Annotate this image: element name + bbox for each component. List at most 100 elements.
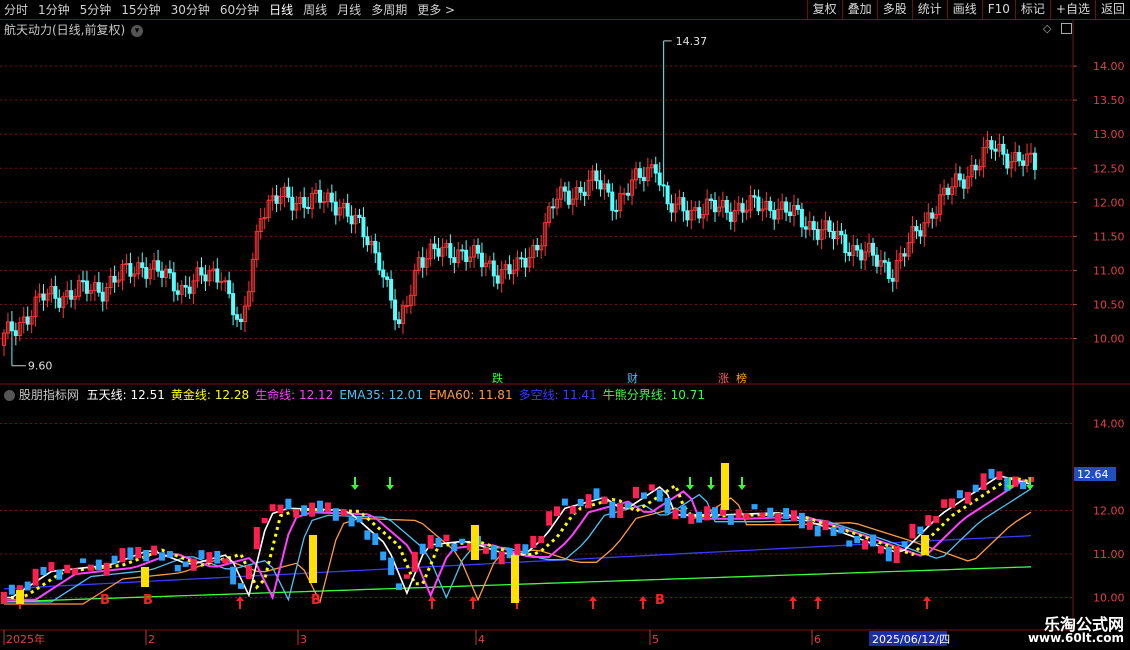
period-tab-5[interactable]: 60分钟 [220,1,259,18]
maximize-icon[interactable] [1061,23,1073,34]
ind-bar [941,499,948,508]
ind-bar [245,565,252,579]
ind-bar [356,516,363,523]
period-tab-8[interactable]: 月线 [337,1,361,18]
toolbar-button-1[interactable]: 叠加 [841,0,877,19]
ind-bar [854,535,861,544]
period-tab-6[interactable]: 日线 [269,1,293,18]
period-tab-4[interactable]: 30分钟 [171,1,210,18]
period-tab-9[interactable]: 多周期 [371,1,407,18]
time-label: 6 [814,633,821,646]
candle-body [598,180,603,190]
ind-bar [538,536,545,544]
candle-body [156,260,161,272]
candle-body [144,266,149,279]
ind-bar [190,558,197,571]
ind-bar [332,508,339,521]
candle-body [345,203,350,217]
toolbar-button-4[interactable]: 画线 [946,0,982,19]
candle-body [886,261,891,279]
legend-item-1: 黄金线: 12.28 [170,388,250,402]
candle-body [582,191,587,196]
chart-canvas[interactable]: 14.00 13.50 13.00 12.50 12.00 11.50 11.00 10.50… [0,0,1130,650]
candle-body [653,164,658,174]
ind-bar [846,540,853,547]
buy-signal-b: B [143,593,153,608]
dropdown-icon[interactable]: ▾ [131,24,144,37]
toolbar-button-3[interactable]: 统计 [911,0,947,19]
candle-body [13,330,18,337]
indicator-name[interactable]: 股朋指标网 [19,388,79,402]
candle-body [1001,143,1006,155]
period-tab-10[interactable]: 更多 > [417,1,455,18]
candle-body [578,187,583,193]
candle-body [795,204,800,210]
candle-body [784,201,789,213]
ind-bar [372,533,379,545]
period-tab-0[interactable]: 分时 [4,1,28,18]
settings-icon[interactable] [4,390,15,401]
ind-bar [32,568,39,586]
ind-bar [87,564,94,571]
ind-bar [56,569,63,580]
ind-bar [119,548,126,563]
highlight-bar [721,463,729,510]
ind-bar [680,505,687,519]
candle-body [53,286,58,299]
ind-bar [317,500,323,513]
candle-body [171,272,176,292]
low-label: 9.60 [28,360,53,373]
candle-body [333,201,338,216]
ind-bar [617,502,624,519]
ind-bar [798,512,805,529]
ind-bar [222,558,229,564]
candle-body [223,280,228,283]
toolbar-button-2[interactable]: 多股 [876,0,912,19]
toolbar-button-7[interactable]: +自选 [1049,0,1095,19]
sell-arrow [386,477,394,490]
period-tab-1[interactable]: 1分钟 [38,1,70,18]
candle-body [381,269,386,278]
ind-bar [775,512,782,524]
ind-bar [514,543,521,556]
toolbar-button-8[interactable]: 返回 [1094,0,1130,19]
buy-arrow [236,596,244,609]
candle-body [373,240,378,254]
period-tab-2[interactable]: 5分钟 [80,1,112,18]
highlight-bar [16,590,24,604]
candle-body [874,254,879,267]
ind-bar [609,501,616,518]
candle-body [1017,152,1022,162]
candle-body [393,299,398,321]
ind-bar [261,518,268,524]
main-price-tick: 11.00 [1093,264,1125,277]
time-label: 2025年 [6,632,45,646]
ind-bar [285,498,292,510]
legend-item-5: 多空线: 11.41 [518,388,597,402]
period-tab-3[interactable]: 15分钟 [121,1,160,18]
candle-body [274,195,279,204]
ind-price-tick: 10.00 [1093,592,1125,605]
legend-item-4: EMA60: 11.81 [428,388,513,402]
watermark-url: www.60lt.com [1027,631,1124,645]
ind-bar [593,488,600,499]
candle-body [507,264,512,275]
candle-body [606,183,611,193]
candle-body [231,293,236,316]
ind-bar [640,492,647,499]
period-tab-7[interactable]: 周线 [303,1,327,18]
candle-body [167,268,172,274]
toolbar-button-6[interactable]: 标记 [1014,0,1050,19]
indicator-legend: 股朋指标网 五天线: 12.51 黄金线: 12.28 生命线: 12.12 EMA3… [4,386,711,403]
highlight-bar [471,525,479,560]
ind-bar [427,535,434,549]
candle-body [290,196,295,211]
diamond-icon[interactable]: ◇ [1043,22,1051,35]
candle-body [882,260,887,263]
main-price-tick: 10.00 [1093,333,1125,346]
toolbar-button-5[interactable]: F10 [981,0,1015,19]
toolbar-button-0[interactable]: 复权 [806,0,842,19]
candle-body [404,305,409,308]
candle-body [902,253,907,257]
candle-body [768,200,773,212]
